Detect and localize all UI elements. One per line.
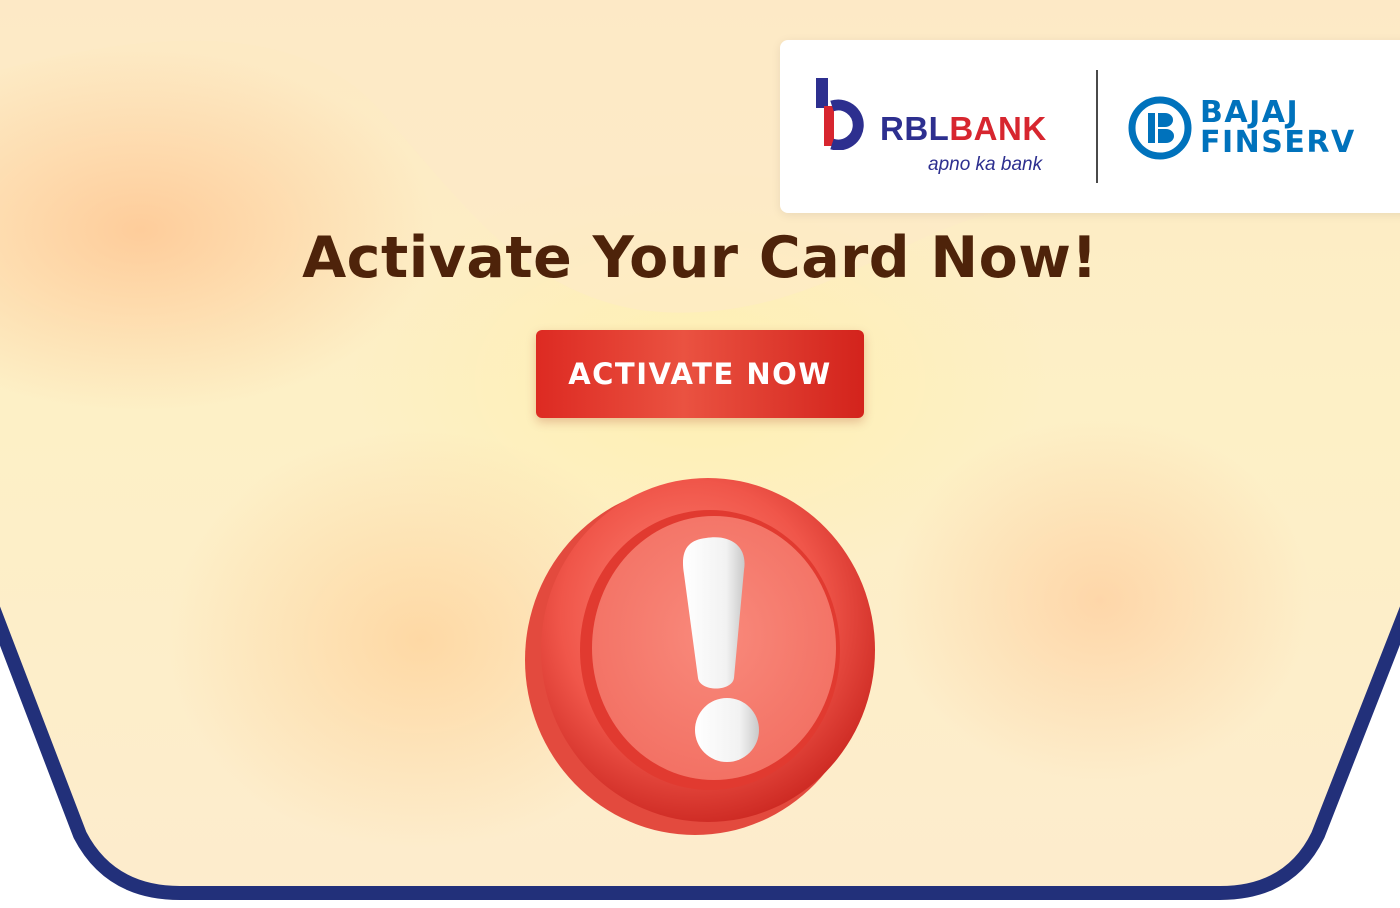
partner-logos-card: RBLBANK apno ka bank BAJAJ FINSERV [780, 40, 1400, 213]
promo-banner: RBLBANK apno ka bank BAJAJ FINSERV Activ… [0, 0, 1400, 908]
bajaj-finserv-wordmark: BAJAJ FINSERV [1200, 98, 1356, 158]
bajaj-finserv-logo-icon [1128, 96, 1192, 160]
rbl-bank-logo-icon [816, 78, 864, 150]
bajaj-line: BAJAJ [1200, 95, 1300, 130]
finserv-line: FINSERV [1200, 125, 1356, 160]
exclamation-alert-icon [525, 478, 875, 835]
rbl-tagline: apno ka bank [928, 154, 1043, 175]
headline: Activate Your Card Now! [302, 225, 1098, 291]
logo-divider [1096, 70, 1098, 183]
activate-now-button[interactable]: ACTIVATE NOW [536, 330, 864, 418]
rbl-bank-wordmark: RBLBANK [880, 110, 1047, 147]
